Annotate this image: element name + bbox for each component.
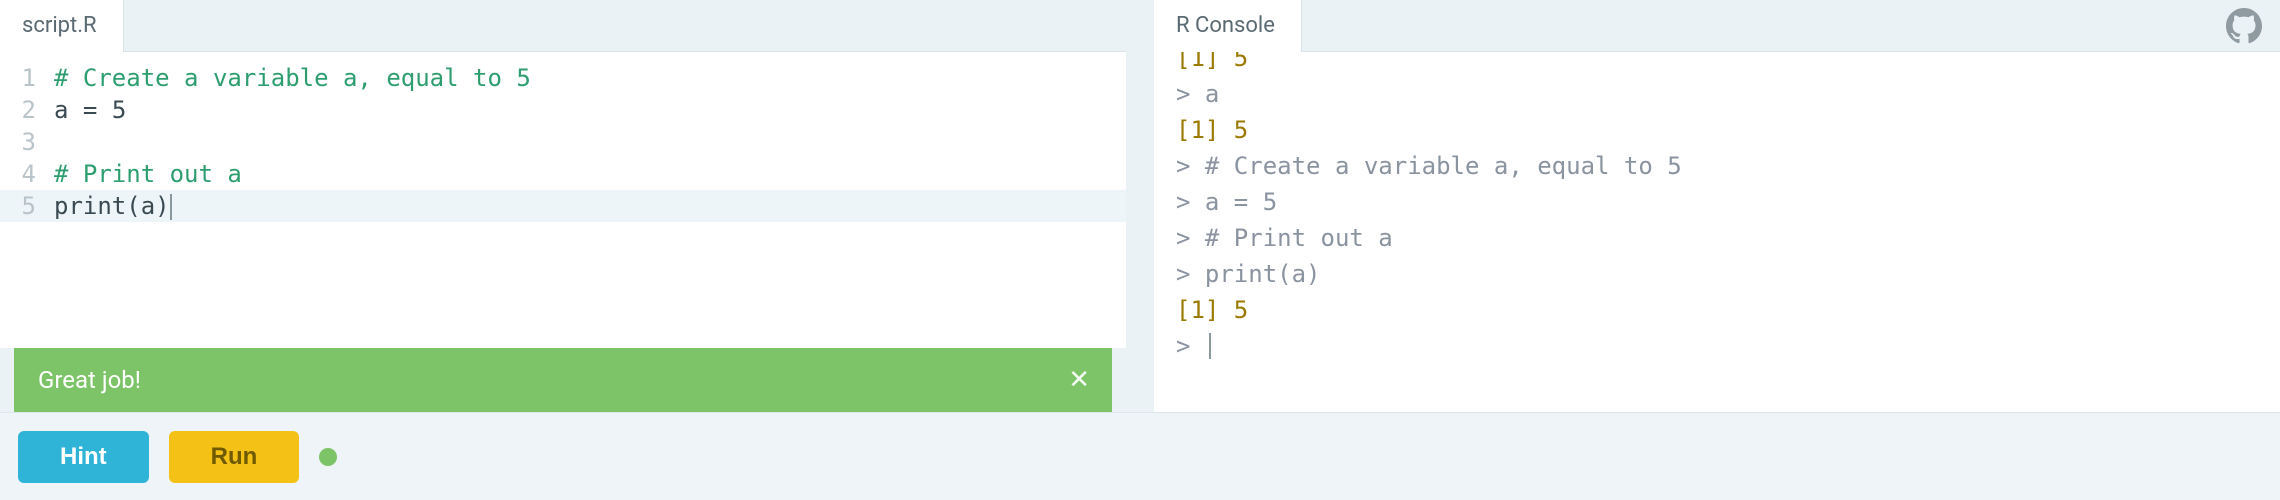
console-output-line: [1] 5 xyxy=(1176,112,2258,148)
editor-tab-script[interactable]: script.R xyxy=(0,0,124,52)
status-indicator-icon xyxy=(319,448,337,466)
code-line[interactable]: 1# Create a variable a, equal to 5 xyxy=(0,62,1126,94)
line-content[interactable]: # Create a variable a, equal to 5 xyxy=(54,62,1126,94)
console-tab-label: R Console xyxy=(1176,13,1275,38)
feedback-banner: Great job! ✕ xyxy=(14,348,1112,412)
line-number: 2 xyxy=(0,94,54,126)
code-line[interactable]: 5print(a) xyxy=(0,190,1126,222)
console-prompt-line: > xyxy=(1176,328,2258,364)
line-content[interactable]: print(a) xyxy=(54,190,1126,222)
feedback-message: Great job! xyxy=(38,366,141,394)
console-pane: R Console [1] 5> a[1] 5> # Create a vari… xyxy=(1154,0,2280,412)
github-icon[interactable] xyxy=(2226,8,2262,44)
console-prompt-line: > print(a) xyxy=(1176,256,2258,292)
hint-button-label: Hint xyxy=(60,443,107,470)
console-prompt-line: > # Create a variable a, equal to 5 xyxy=(1176,148,2258,184)
editor-pane: script.R 1# Create a variable a, equal t… xyxy=(0,0,1126,412)
line-number: 1 xyxy=(0,62,54,94)
run-button-label: Run xyxy=(211,443,258,470)
code-line[interactable]: 2a = 5 xyxy=(0,94,1126,126)
console-output-line: [1] 5 xyxy=(1176,52,2258,76)
console-tab[interactable]: R Console xyxy=(1154,0,1302,52)
console-prompt-line: > # Print out a xyxy=(1176,220,2258,256)
footer-toolbar: Hint Run xyxy=(0,412,2280,500)
editor-tab-bar: script.R xyxy=(0,0,1126,52)
line-content[interactable] xyxy=(54,126,1126,158)
line-number: 3 xyxy=(0,126,54,158)
editor-tab-label: script.R xyxy=(22,13,97,38)
editor-cursor xyxy=(170,194,172,220)
hint-button[interactable]: Hint xyxy=(18,431,149,483)
console-prompt-line: > a = 5 xyxy=(1176,184,2258,220)
line-number: 4 xyxy=(0,158,54,190)
console-tab-bar: R Console xyxy=(1154,0,2280,52)
line-content[interactable]: a = 5 xyxy=(54,94,1126,126)
close-icon[interactable]: ✕ xyxy=(1068,367,1090,393)
console-output[interactable]: [1] 5> a[1] 5> # Create a variable a, eq… xyxy=(1154,52,2280,412)
console-cursor xyxy=(1209,333,1211,359)
line-number: 5 xyxy=(0,190,54,222)
code-line[interactable]: 3 xyxy=(0,126,1126,158)
run-button[interactable]: Run xyxy=(169,431,300,483)
code-line[interactable]: 4# Print out a xyxy=(0,158,1126,190)
console-output-line: [1] 5 xyxy=(1176,292,2258,328)
console-prompt-line: > a xyxy=(1176,76,2258,112)
code-editor[interactable]: 1# Create a variable a, equal to 52a = 5… xyxy=(0,52,1126,348)
line-content[interactable]: # Print out a xyxy=(54,158,1126,190)
